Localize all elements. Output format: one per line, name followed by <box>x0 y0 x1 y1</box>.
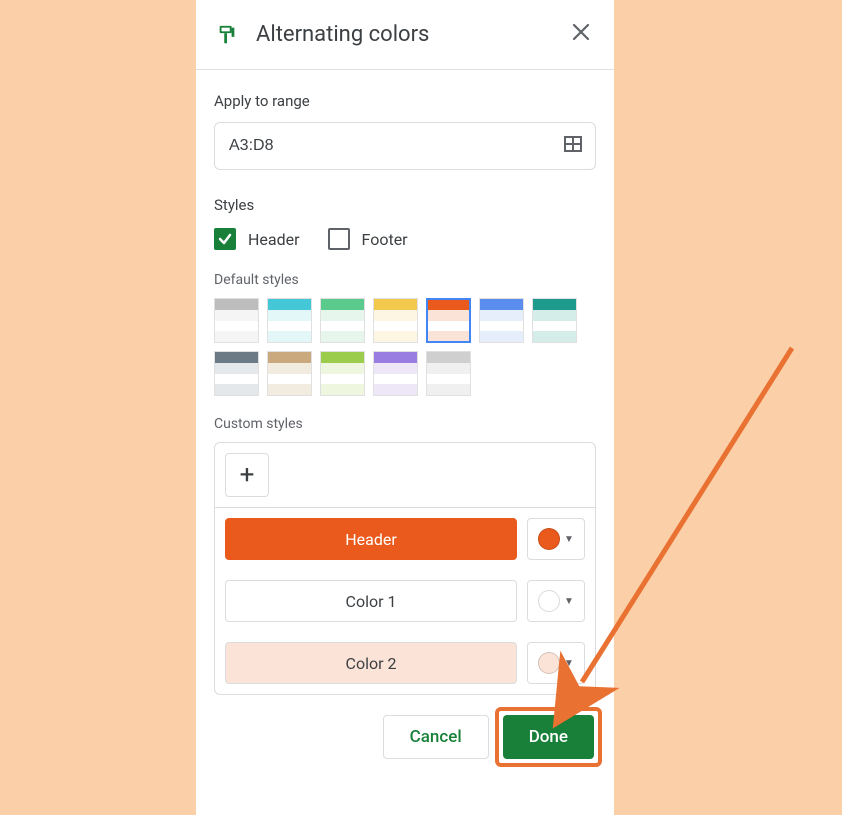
footer-checkbox[interactable]: Footer <box>328 228 408 250</box>
checkbox-unchecked-icon <box>328 228 350 250</box>
done-button[interactable]: Done <box>503 715 594 759</box>
default-styles-label: Default styles <box>214 272 596 288</box>
chevron-down-icon: ▼ <box>564 534 574 545</box>
panel-body: Apply to range Styles Header Foot <box>196 70 614 771</box>
default-styles-grid <box>214 298 596 396</box>
header-checkbox[interactable]: Header <box>214 228 300 250</box>
default-style-swatch[interactable] <box>426 298 471 343</box>
range-input[interactable] <box>229 137 563 155</box>
chevron-down-icon: ▼ <box>564 596 574 607</box>
custom-color-label: Color 2 <box>225 642 517 684</box>
custom-styles-box: + Header ▼ Color 1 ▼ Color 2 ▼ <box>214 442 596 695</box>
add-custom-style-button[interactable]: + <box>225 453 269 497</box>
custom-color-row: Color 1 ▼ <box>215 570 595 632</box>
paint-format-icon <box>216 24 238 46</box>
custom-color-label: Header <box>225 518 517 560</box>
default-style-swatch[interactable] <box>373 298 418 343</box>
custom-color-row: Color 2 ▼ <box>215 632 595 694</box>
footer-checkbox-label: Footer <box>362 230 408 249</box>
color-picker-button[interactable]: ▼ <box>527 580 585 622</box>
default-style-swatch[interactable] <box>214 298 259 343</box>
plus-icon: + <box>240 460 255 490</box>
color-swatch-icon <box>538 590 560 612</box>
default-style-swatch[interactable] <box>320 351 365 396</box>
add-custom-style-row: + <box>215 443 595 508</box>
close-icon[interactable] <box>568 18 594 51</box>
custom-color-row: Header ▼ <box>215 508 595 570</box>
default-style-swatch[interactable] <box>373 351 418 396</box>
color-picker-button[interactable]: ▼ <box>527 642 585 684</box>
default-style-swatch[interactable] <box>320 298 365 343</box>
custom-color-label: Color 1 <box>225 580 517 622</box>
alternating-colors-panel: Alternating colors Apply to range Styles <box>196 0 614 815</box>
range-input-container[interactable] <box>214 122 596 170</box>
apply-to-range-label: Apply to range <box>214 92 596 110</box>
footer-buttons: Cancel Done <box>214 711 596 759</box>
default-style-swatch[interactable] <box>532 298 577 343</box>
default-style-swatch[interactable] <box>479 298 524 343</box>
custom-styles-label: Custom styles <box>214 416 596 432</box>
default-style-swatch[interactable] <box>426 351 471 396</box>
color-swatch-icon <box>538 528 560 550</box>
default-style-swatch[interactable] <box>214 351 259 396</box>
color-swatch-icon <box>538 652 560 674</box>
styles-checkboxes: Header Footer <box>214 228 596 250</box>
panel-header: Alternating colors <box>196 0 614 70</box>
select-range-icon[interactable] <box>563 134 583 158</box>
styles-label: Styles <box>214 196 596 214</box>
panel-title: Alternating colors <box>256 22 568 47</box>
header-checkbox-label: Header <box>248 230 300 249</box>
chevron-down-icon: ▼ <box>564 658 574 669</box>
checkbox-checked-icon <box>214 228 236 250</box>
default-style-swatch[interactable] <box>267 298 312 343</box>
color-picker-button[interactable]: ▼ <box>527 518 585 560</box>
cancel-button[interactable]: Cancel <box>383 715 489 759</box>
default-style-swatch[interactable] <box>267 351 312 396</box>
